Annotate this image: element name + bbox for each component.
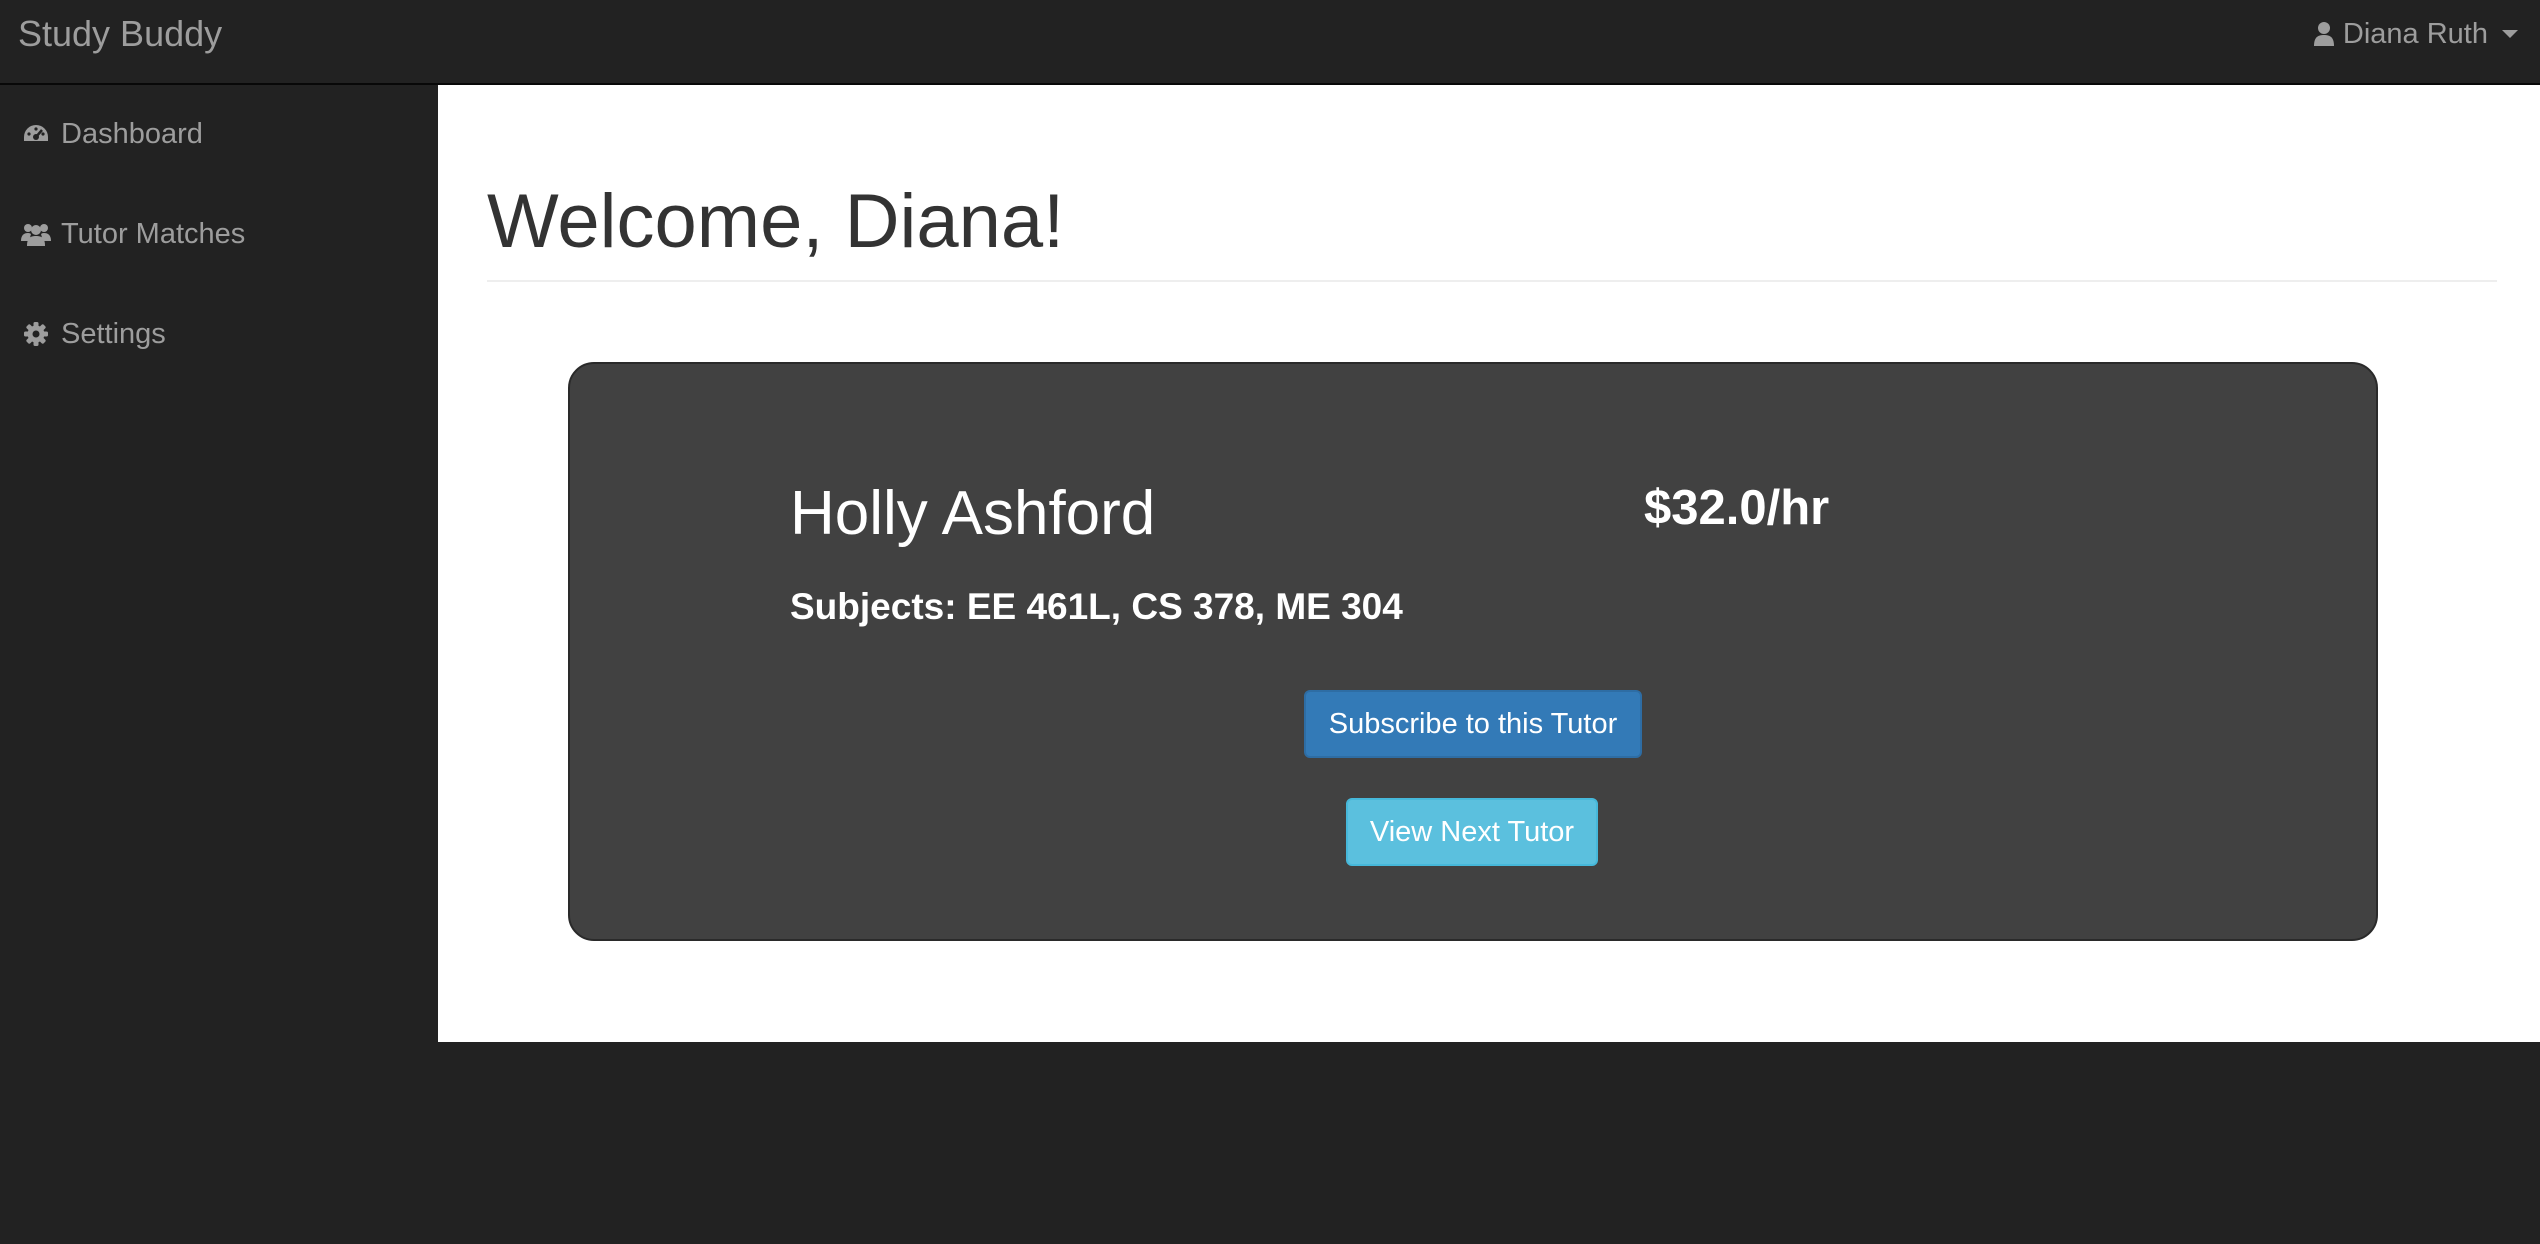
sidebar-item-settings[interactable]: Settings bbox=[0, 304, 438, 364]
title-divider bbox=[487, 280, 2497, 282]
tutor-subjects: Subjects: EE 461L, CS 378, ME 304 bbox=[790, 586, 1403, 627]
sidebar-item-label: Dashboard bbox=[61, 117, 203, 150]
tutor-name: Holly Ashford bbox=[790, 479, 1156, 548]
gear-icon bbox=[21, 320, 51, 348]
user-menu-dropdown[interactable]: Diana Ruth bbox=[2313, 14, 2518, 54]
user-icon bbox=[2313, 21, 2335, 47]
sidebar-item-dashboard[interactable]: Dashboard bbox=[0, 104, 438, 164]
caret-down-icon bbox=[2502, 30, 2518, 38]
top-navbar: Study Buddy Diana Ruth bbox=[0, 0, 2540, 85]
main-content: Welcome, Diana! Holly Ashford $32.0/hr S… bbox=[438, 85, 2540, 1042]
tutor-card: Holly Ashford $32.0/hr Subjects: EE 461L… bbox=[568, 362, 2378, 941]
view-next-tutor-button[interactable]: View Next Tutor bbox=[1346, 798, 1598, 866]
sidebar-item-tutor-matches[interactable]: Tutor Matches bbox=[0, 204, 438, 264]
users-icon bbox=[21, 220, 51, 248]
dashboard-icon bbox=[21, 120, 51, 148]
sidebar-item-label: Tutor Matches bbox=[61, 217, 246, 250]
subscribe-button[interactable]: Subscribe to this Tutor bbox=[1304, 690, 1642, 758]
sidebar: Dashboard Tutor Matches Settings bbox=[0, 85, 438, 1244]
sidebar-item-label: Settings bbox=[61, 317, 166, 350]
tutor-rate: $32.0/hr bbox=[1644, 481, 1830, 535]
user-name: Diana Ruth bbox=[2342, 17, 2488, 50]
page-title: Welcome, Diana! bbox=[487, 179, 1065, 264]
brand-link[interactable]: Study Buddy bbox=[18, 12, 222, 56]
